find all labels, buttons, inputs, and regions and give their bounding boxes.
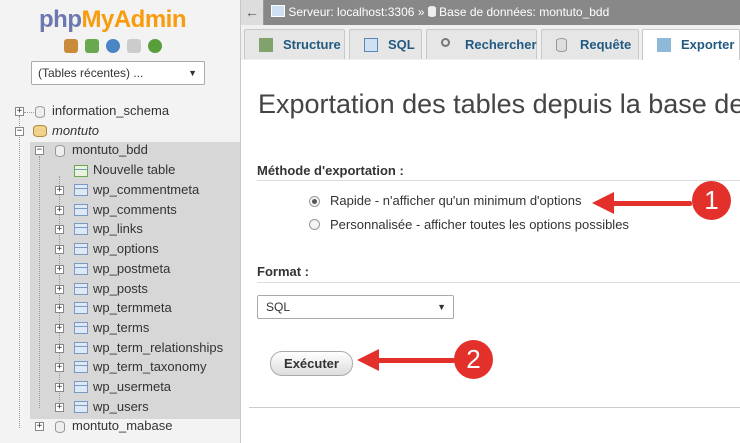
table-icon — [74, 341, 88, 354]
query-icon — [556, 38, 567, 52]
table-icon — [74, 302, 88, 315]
home-icon[interactable] — [64, 39, 78, 53]
recent-tables-select[interactable]: (Tables récentes) ... ▼ — [31, 61, 205, 85]
expand-icon[interactable]: + — [15, 107, 24, 116]
expand-icon[interactable]: + — [55, 383, 64, 392]
format-select[interactable]: SQL ▼ — [257, 295, 454, 319]
sql-icon — [364, 38, 378, 52]
table-item[interactable]: wp_commentmeta — [93, 180, 199, 200]
expand-icon[interactable]: + — [55, 402, 64, 412]
main-tabs: Structure SQL Rechercher Requête Exporte… — [241, 25, 740, 61]
table-item[interactable]: wp_options — [93, 239, 159, 259]
collapse-icon[interactable]: − — [35, 146, 44, 155]
table-icon — [74, 262, 88, 275]
quick-links — [64, 39, 162, 53]
table-icon — [74, 223, 88, 236]
search-icon — [441, 38, 450, 47]
navigation-panel: phpMyAdmin (Tables récentes) ... ▼ + info… — [0, 0, 241, 443]
new-table-icon — [74, 165, 88, 177]
table-item[interactable]: wp_terms — [93, 318, 149, 338]
database-icon — [55, 145, 65, 157]
new-table-link[interactable]: Nouvelle table — [93, 160, 175, 180]
db-montuto-mabase[interactable]: montuto_mabase — [72, 416, 172, 436]
reload-icon[interactable] — [148, 39, 162, 53]
expand-icon[interactable]: + — [55, 264, 64, 274]
tab-export[interactable]: Exporter — [642, 29, 740, 61]
export-panel: Exportation des tables depuis la base de… — [241, 60, 740, 443]
database-icon — [35, 106, 45, 118]
database-group-icon — [33, 125, 47, 137]
dropdown-arrow-icon: ▼ — [188, 68, 197, 78]
export-icon — [657, 38, 671, 52]
documentation-icon[interactable] — [127, 39, 141, 53]
format-label: Format : — [257, 264, 309, 279]
table-icon — [74, 243, 88, 256]
export-method-label: Méthode d'exportation : — [257, 163, 404, 178]
table-item[interactable]: wp_posts — [93, 279, 148, 299]
database-icon — [427, 6, 436, 17]
database-icon — [55, 421, 65, 433]
db-information-schema[interactable]: information_schema — [52, 101, 169, 121]
expand-icon[interactable]: + — [55, 304, 64, 314]
table-item[interactable]: wp_users — [93, 397, 149, 417]
table-icon — [74, 203, 88, 216]
table-icon — [74, 282, 88, 295]
table-item[interactable]: wp_postmeta — [93, 259, 170, 279]
server-icon — [271, 5, 285, 17]
table-icon — [74, 361, 88, 374]
tab-sql[interactable]: SQL — [349, 29, 422, 59]
db-montuto[interactable]: montuto — [52, 121, 99, 141]
radio-quick-label[interactable]: Rapide - n'afficher qu'un minimum d'opti… — [330, 193, 581, 208]
phpmyadmin-logo[interactable]: phpMyAdmin — [39, 6, 186, 34]
collapse-nav-arrow-icon[interactable]: ← — [241, 0, 264, 25]
callout-arrow-2 — [375, 358, 455, 363]
table-item[interactable]: wp_termmeta — [93, 298, 172, 318]
db-montuto-bdd[interactable]: montuto_bdd — [72, 140, 148, 160]
expand-icon[interactable]: + — [55, 343, 64, 353]
expand-icon[interactable]: + — [55, 186, 64, 195]
callout-badge-2: 2 — [454, 340, 493, 379]
callout-badge-1: 1 — [692, 181, 731, 220]
tab-structure[interactable]: Structure — [244, 29, 345, 59]
dropdown-arrow-icon: ▼ — [437, 302, 446, 312]
execute-button[interactable]: Exécuter — [270, 351, 353, 376]
expand-icon[interactable]: + — [55, 225, 64, 235]
breadcrumb-database[interactable]: Base de données: montuto_bdd — [439, 5, 609, 19]
expand-icon[interactable]: + — [55, 284, 64, 294]
expand-icon[interactable]: + — [55, 363, 64, 373]
tab-query[interactable]: Requête — [541, 29, 639, 59]
radio-custom-label[interactable]: Personnalisée - afficher toutes les opti… — [330, 217, 629, 232]
help-icon[interactable] — [106, 39, 120, 53]
callout-arrow-1 — [610, 201, 692, 206]
breadcrumb-bar: ← Serveur: localhost:3306 » Base de donn… — [241, 0, 740, 25]
table-item[interactable]: wp_usermeta — [93, 377, 171, 397]
table-item[interactable]: wp_comments — [93, 200, 177, 220]
table-item[interactable]: wp_term_relationships — [93, 338, 223, 358]
table-icon — [74, 321, 88, 334]
tab-search[interactable]: Rechercher — [426, 29, 537, 59]
expand-icon[interactable]: + — [55, 205, 64, 215]
table-item[interactable]: wp_links — [93, 219, 143, 239]
radio-quick[interactable] — [309, 196, 320, 207]
table-icon — [74, 400, 88, 413]
table-icon — [74, 381, 88, 393]
logout-icon[interactable] — [85, 39, 99, 53]
table-icon — [74, 184, 88, 196]
expand-icon[interactable]: + — [35, 422, 44, 431]
collapse-icon[interactable]: − — [15, 127, 24, 136]
breadcrumb-server[interactable]: Serveur: localhost:3306 — [288, 5, 414, 19]
radio-custom[interactable] — [309, 219, 320, 230]
table-item[interactable]: wp_term_taxonomy — [93, 357, 206, 377]
structure-icon — [259, 38, 273, 52]
expand-icon[interactable]: + — [55, 323, 64, 333]
expand-icon[interactable]: + — [55, 245, 64, 255]
page-title: Exportation des tables depuis la base de — [258, 89, 740, 119]
breadcrumb: Serveur: localhost:3306 » Base de donnée… — [271, 0, 609, 25]
